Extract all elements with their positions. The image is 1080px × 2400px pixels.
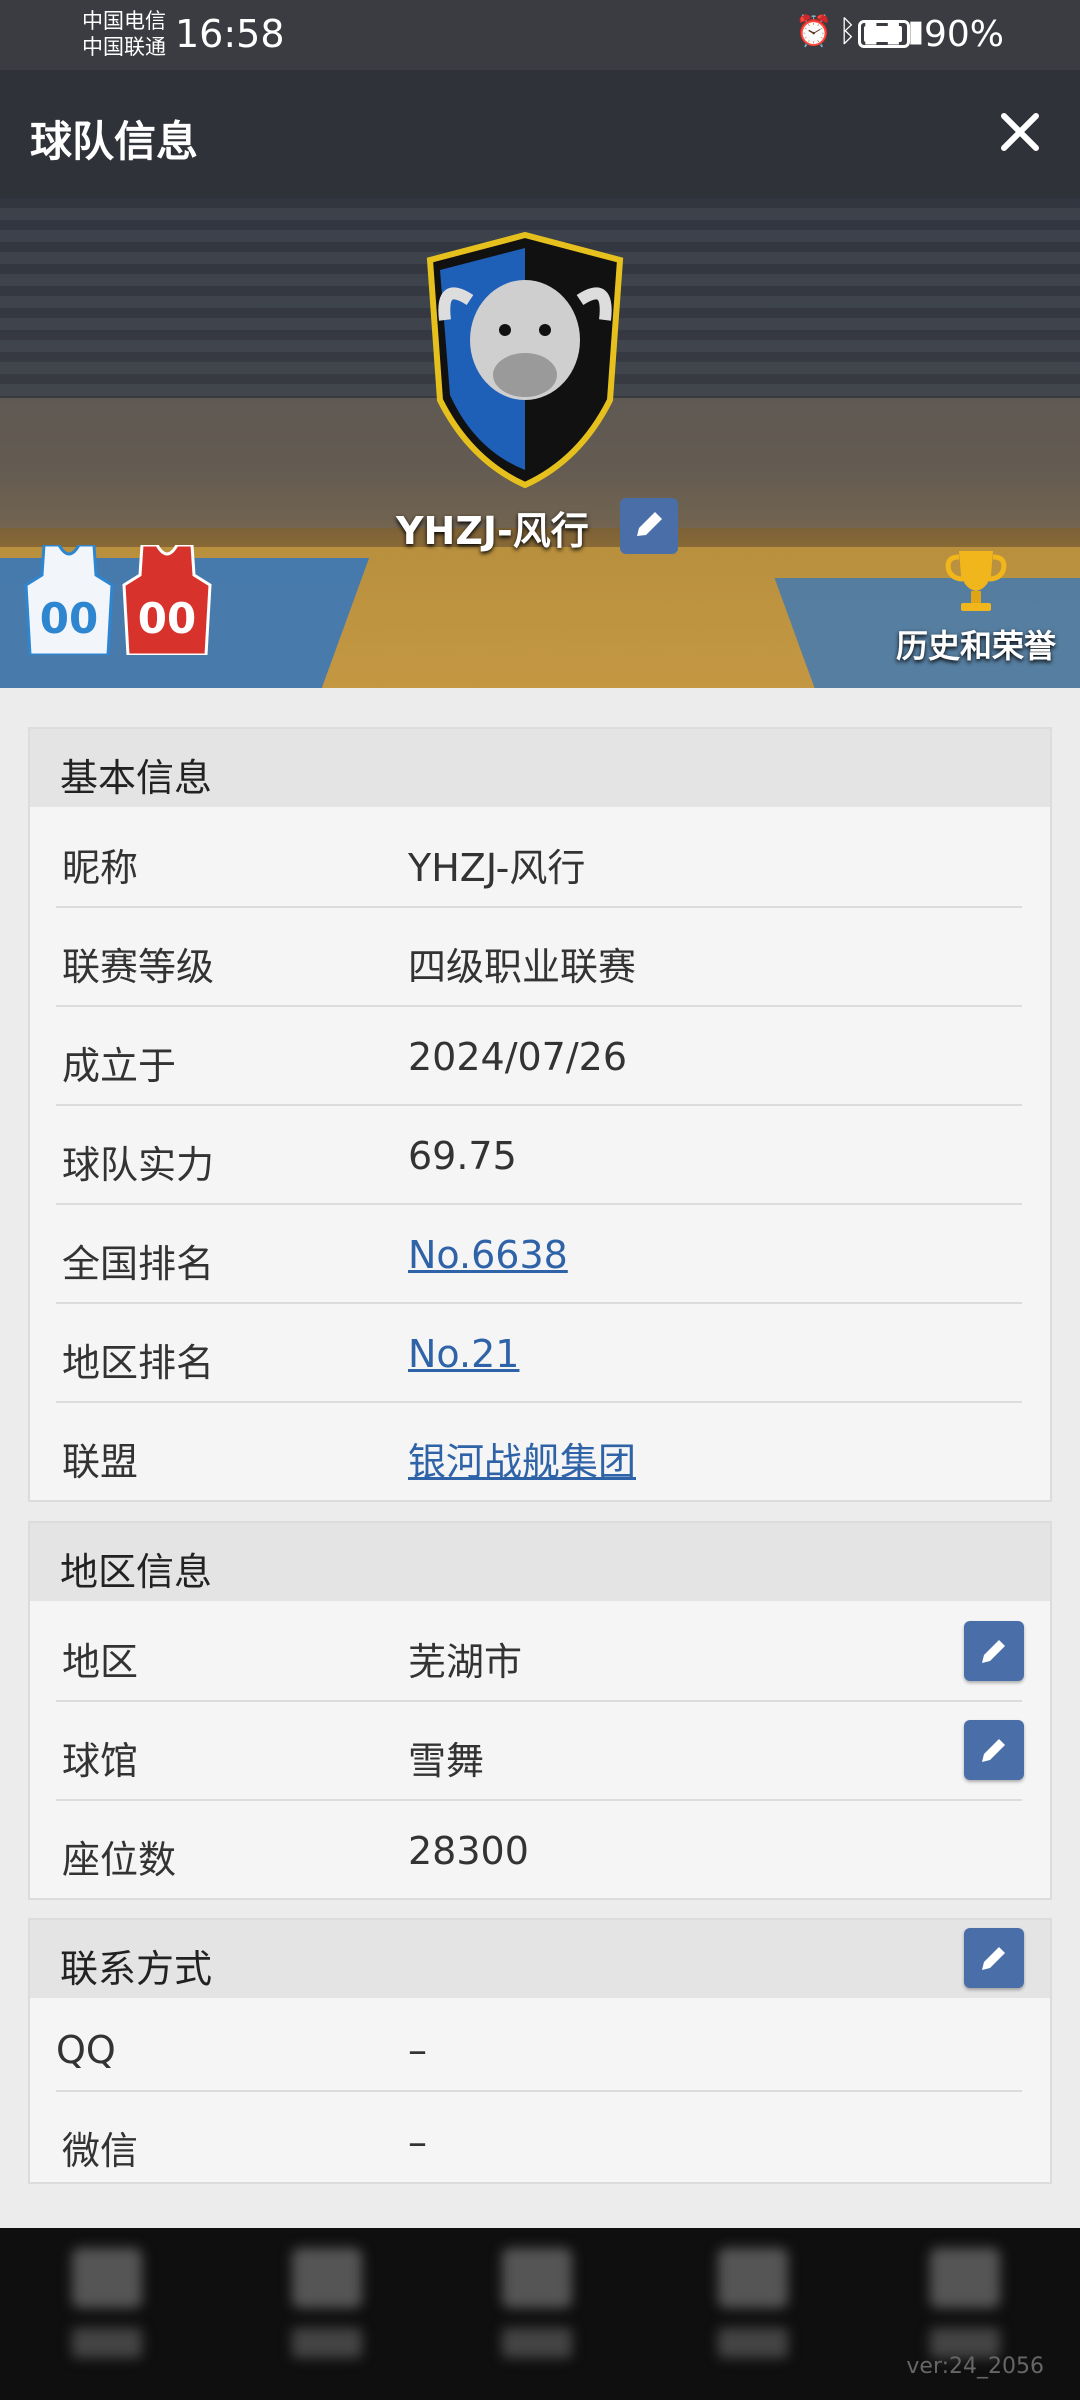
info-row-league-level: 联赛等级 四级职业联赛: [30, 906, 1050, 1005]
carrier-info: 中国电信 中国联通: [82, 8, 166, 60]
row-label: QQ: [56, 2028, 116, 2072]
nav-label: [502, 2328, 572, 2358]
edit-region-button[interactable]: [964, 1621, 1024, 1681]
edit-contact-button[interactable]: [964, 1928, 1024, 1988]
region-info-header: 地区信息: [30, 1523, 1050, 1601]
nav-label: [292, 2328, 362, 2358]
row-value: 芜湖市: [408, 1640, 523, 1684]
nav-icon: [292, 2248, 362, 2308]
carrier-2: 中国联通: [82, 35, 166, 59]
page-title: 球队信息: [30, 117, 199, 166]
row-value: 雪舞: [408, 1739, 485, 1783]
contact-row-qq: QQ –: [30, 1998, 1050, 2090]
team-name: YHZJ-风行: [396, 509, 589, 553]
nav-icon: [930, 2248, 1000, 2308]
home-jersey-number: 00: [40, 594, 98, 643]
row-value: 四级职业联赛: [408, 945, 637, 989]
row-label: 球队实力: [62, 1143, 215, 1187]
pencil-icon: [982, 1739, 1005, 1762]
contact-header: 联系方式: [30, 1920, 1050, 1998]
pencil-icon: [982, 1640, 1005, 1663]
region-info-title: 地区信息: [60, 1550, 213, 1594]
nav-item-2[interactable]: [262, 2228, 392, 2400]
edit-team-name-button[interactable]: [620, 498, 678, 554]
nav-icon: [718, 2248, 788, 2308]
row-value: 28300: [408, 1829, 529, 1873]
clock: 16:58: [175, 12, 285, 56]
alliance-link[interactable]: 银河战舰集团: [408, 1431, 636, 1486]
contact-title: 联系方式: [60, 1947, 213, 1991]
row-label: 联盟: [62, 1440, 139, 1484]
away-jersey-number: 00: [138, 594, 196, 643]
app-header: 球队信息: [0, 70, 1080, 198]
nav-icon: [72, 2248, 142, 2308]
basic-info-panel: 基本信息 昵称 YHZJ-风行 联赛等级 四级职业联赛 成立于 2024/07/…: [28, 727, 1052, 1502]
contact-panel: 联系方式 QQ – 微信 –: [28, 1918, 1052, 2184]
row-value: 2024/07/26: [408, 1035, 628, 1079]
row-value: –: [408, 2028, 427, 2072]
team-logo-icon[interactable]: [410, 230, 640, 490]
row-label: 昵称: [62, 846, 139, 890]
pencil-icon: [982, 1947, 1005, 1970]
region-info-panel: 地区信息 地区 芜湖市 球馆 雪舞 座位数 28300: [28, 1521, 1052, 1900]
row-label: 球馆: [62, 1739, 139, 1783]
row-label: 微信: [62, 2129, 139, 2173]
history-honor-button[interactable]: 历史和荣誉: [886, 545, 1066, 667]
info-row-alliance: 联盟 银河战舰集团: [30, 1401, 1050, 1500]
row-label: 地区排名: [62, 1341, 215, 1385]
row-label: 地区: [62, 1640, 139, 1684]
carrier-1: 中国电信: [82, 9, 166, 33]
close-button[interactable]: [990, 102, 1050, 162]
row-label: 成立于: [62, 1044, 177, 1088]
row-label: 座位数: [62, 1838, 177, 1882]
nav-item-3[interactable]: [472, 2228, 602, 2400]
edit-arena-button[interactable]: [964, 1720, 1024, 1780]
row-value: –: [408, 2120, 427, 2164]
info-row-region-rank: 地区排名 No.21: [30, 1302, 1050, 1401]
row-label: 全国排名: [62, 1242, 215, 1286]
close-icon: [1001, 113, 1039, 151]
nav-icon: [502, 2248, 572, 2308]
basic-info-title: 基本信息: [60, 756, 213, 800]
nav-item-1[interactable]: [42, 2228, 172, 2400]
info-row-arena: 球馆 雪舞: [30, 1700, 1050, 1799]
battery-icon: [858, 20, 910, 48]
info-row-seats: 座位数 28300: [30, 1799, 1050, 1898]
info-row-region: 地区 芜湖市: [30, 1601, 1050, 1700]
status-bar: 中国电信 中国联通 16:58 ⏰ᛒ▮▮▮ 90%: [0, 0, 1080, 70]
alarm-icon: ⏰: [795, 14, 839, 49]
national-rank-link[interactable]: No.6638: [408, 1233, 568, 1277]
nav-label: [718, 2328, 788, 2358]
info-row-strength: 球队实力 69.75: [30, 1104, 1050, 1203]
row-value: YHZJ-风行: [408, 846, 586, 890]
version-label: ver:24_2056: [906, 2354, 1044, 2379]
trophy-icon: [945, 551, 1007, 611]
row-label: 联赛等级: [62, 945, 215, 989]
info-row-national-rank: 全国排名 No.6638: [30, 1203, 1050, 1302]
region-rank-link[interactable]: No.21: [408, 1332, 519, 1376]
row-value: 69.75: [408, 1134, 517, 1178]
contact-row-wechat: 微信 –: [30, 2090, 1050, 2182]
nav-label: [72, 2328, 142, 2358]
nav-item-4[interactable]: [688, 2228, 818, 2400]
info-row-nickname: 昵称 YHZJ-风行: [30, 807, 1050, 906]
battery-percent: 90%: [923, 14, 1004, 55]
home-jersey-icon[interactable]: 00: [24, 545, 114, 655]
info-row-founded: 成立于 2024/07/26: [30, 1005, 1050, 1104]
basic-info-header: 基本信息: [30, 729, 1050, 807]
history-honor-label: 历史和荣誉: [895, 627, 1056, 665]
away-jersey-icon[interactable]: 00: [122, 545, 212, 655]
